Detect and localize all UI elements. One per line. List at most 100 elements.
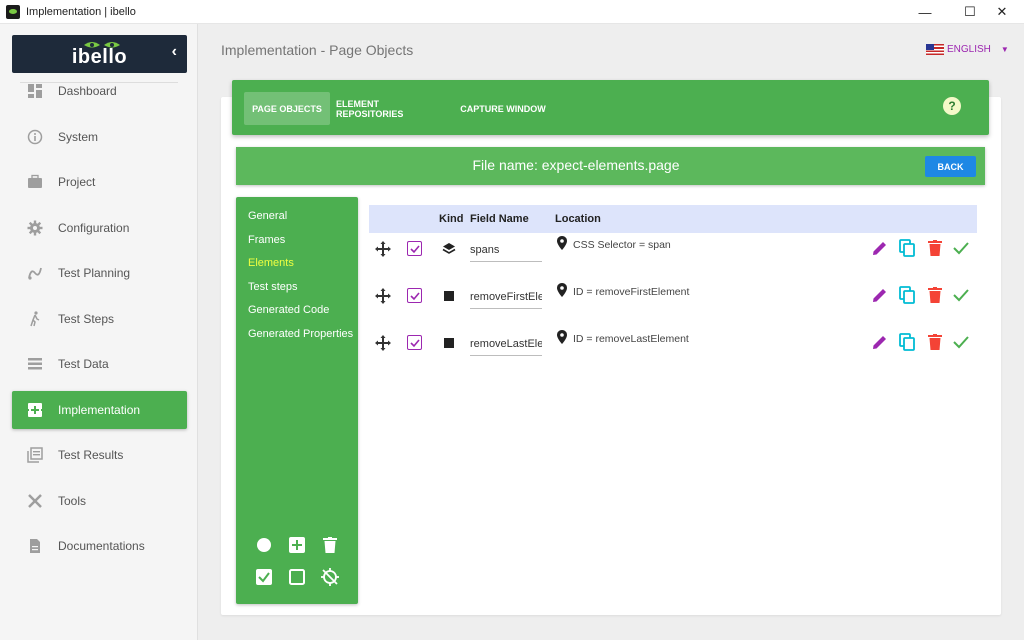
location-pin-icon bbox=[557, 330, 567, 347]
copy-icon[interactable] bbox=[897, 238, 917, 258]
sidebar-item-test-data[interactable]: Test Data bbox=[12, 345, 187, 383]
drag-handle-icon[interactable] bbox=[374, 287, 392, 305]
tab-page-objects[interactable]: PAGE OBJECTS bbox=[244, 92, 330, 125]
copy-icon[interactable] bbox=[897, 285, 917, 305]
location-pin-icon bbox=[557, 283, 567, 300]
window-titlebar: Implementation | ibello — ☐ ✕ bbox=[0, 0, 1024, 24]
field-name-input[interactable]: spans bbox=[470, 240, 542, 262]
sidebar-item-label: Test Planning bbox=[58, 266, 131, 280]
menu-item-generated-code[interactable]: Generated Code bbox=[248, 304, 329, 316]
minimize-button[interactable]: — bbox=[908, 0, 942, 24]
dashboard-icon bbox=[26, 82, 44, 100]
walking-icon bbox=[26, 310, 44, 328]
sidebar-item-project[interactable]: Project bbox=[12, 163, 187, 201]
add-box-icon[interactable] bbox=[287, 535, 307, 555]
sidebar-item-implementation[interactable]: Implementation bbox=[12, 390, 187, 429]
edit-icon[interactable] bbox=[870, 285, 890, 305]
sidebar-item-system[interactable]: System bbox=[12, 118, 187, 156]
location-cell: CSS Selector = span bbox=[557, 236, 671, 253]
row-checkbox[interactable] bbox=[407, 241, 422, 256]
us-flag-icon bbox=[926, 44, 944, 55]
delete-icon[interactable] bbox=[320, 535, 340, 555]
menu-item-test-steps[interactable]: Test steps bbox=[248, 281, 298, 293]
sidebar-item-test-steps[interactable]: Test Steps bbox=[12, 300, 187, 338]
sidebar-nav: Dashboard System Project Configuration T… bbox=[12, 72, 187, 573]
edit-icon[interactable] bbox=[870, 332, 890, 352]
maximize-button[interactable]: ☐ bbox=[953, 0, 987, 24]
column-field-name: Field Name bbox=[470, 213, 529, 225]
sidebar-item-configuration[interactable]: Configuration bbox=[12, 209, 187, 247]
delete-row-icon[interactable] bbox=[925, 285, 945, 305]
sidebar-item-test-planning[interactable]: Test Planning bbox=[12, 254, 187, 292]
table-header: Kind Field Name Location bbox=[369, 205, 977, 233]
column-location: Location bbox=[555, 213, 601, 225]
app-icon bbox=[6, 4, 20, 19]
uncheck-all-icon[interactable] bbox=[287, 567, 307, 587]
drag-handle-icon[interactable] bbox=[374, 334, 392, 352]
tab-element-repositories[interactable]: ELEMENT REPOSITORIES bbox=[336, 92, 446, 125]
sidebar-item-tools[interactable]: Tools bbox=[12, 482, 187, 520]
sidebar-item-label: System bbox=[58, 129, 99, 144]
delete-row-icon[interactable] bbox=[925, 238, 945, 258]
edit-icon[interactable] bbox=[870, 238, 890, 258]
circle-icon[interactable] bbox=[254, 535, 274, 555]
location-cell: ID = removeLastElement bbox=[557, 330, 689, 347]
sidebar-item-label: Test Data bbox=[58, 357, 109, 371]
page-object-menu: General Frames Elements Test steps Gener… bbox=[236, 197, 358, 604]
menu-item-frames[interactable]: Frames bbox=[248, 234, 285, 246]
sidebar-item-label: Implementation bbox=[58, 402, 141, 417]
row-checkbox[interactable] bbox=[407, 288, 422, 303]
planning-icon bbox=[26, 264, 44, 282]
sidebar-item-test-results[interactable]: Test Results bbox=[12, 436, 187, 474]
layers-icon bbox=[441, 241, 457, 257]
row-checkbox[interactable] bbox=[407, 335, 422, 350]
menu-item-generated-properties[interactable]: Generated Properties bbox=[248, 328, 353, 340]
sidebar-item-documentations[interactable]: Documentations bbox=[12, 527, 187, 565]
location-disabled-icon[interactable] bbox=[320, 567, 340, 587]
location-text: CSS Selector = span bbox=[573, 238, 671, 251]
help-button[interactable]: ? bbox=[943, 97, 961, 115]
field-name-input[interactable]: removeLastElement bbox=[470, 334, 542, 356]
check-all-icon[interactable] bbox=[254, 567, 274, 587]
ibello-logo: ibello ‹ bbox=[12, 35, 187, 73]
back-button[interactable]: BACK bbox=[925, 156, 976, 177]
document-icon bbox=[26, 537, 44, 555]
language-selector[interactable]: ENGLISH ▼ bbox=[926, 44, 1009, 55]
sidebar-item-dashboard[interactable]: Dashboard bbox=[12, 72, 187, 110]
collapse-sidebar-button[interactable]: ‹ bbox=[172, 43, 177, 61]
drag-handle-icon[interactable] bbox=[374, 240, 392, 258]
location-pin-icon bbox=[557, 236, 567, 253]
copy-icon[interactable] bbox=[897, 332, 917, 352]
close-window-button[interactable]: ✕ bbox=[985, 0, 1019, 24]
briefcase-icon bbox=[26, 173, 44, 191]
sidebar-item-label: Configuration bbox=[58, 220, 130, 235]
info-icon bbox=[26, 128, 44, 146]
list-icon bbox=[26, 355, 44, 373]
logo-eyes-icon bbox=[84, 42, 120, 48]
field-name-input[interactable]: removeFirstElement bbox=[470, 287, 542, 309]
sidebar-item-label: Documentations bbox=[58, 539, 145, 553]
window-title: Implementation | ibello bbox=[26, 5, 136, 18]
location-text: ID = removeLastElement bbox=[573, 332, 689, 345]
tabs-bar: PAGE OBJECTS ELEMENT REPOSITORIES CAPTUR… bbox=[232, 80, 989, 135]
check-icon[interactable] bbox=[951, 285, 971, 305]
results-icon bbox=[26, 446, 44, 464]
chevron-down-icon: ▼ bbox=[1000, 45, 1009, 54]
menu-item-general[interactable]: General bbox=[248, 210, 287, 222]
implementation-icon bbox=[26, 401, 44, 419]
square-icon bbox=[441, 335, 457, 351]
menu-item-elements[interactable]: Elements bbox=[248, 257, 294, 269]
sidebar-item-label: Test Steps bbox=[58, 311, 115, 326]
language-label: ENGLISH bbox=[947, 44, 991, 55]
file-name-label: File name: expect-elements.page bbox=[472, 157, 680, 173]
check-icon[interactable] bbox=[951, 238, 971, 258]
sidebar-item-label: Test Results bbox=[58, 448, 124, 462]
table-row: spans CSS Selector = span bbox=[369, 230, 977, 270]
check-icon[interactable] bbox=[951, 332, 971, 352]
table-row: removeFirstElement ID = removeFirstEleme… bbox=[369, 277, 977, 317]
square-icon bbox=[441, 288, 457, 304]
location-cell: ID = removeFirstElement bbox=[557, 283, 689, 300]
tab-capture-window[interactable]: CAPTURE WINDOW bbox=[460, 92, 546, 125]
location-text: ID = removeFirstElement bbox=[573, 285, 690, 298]
delete-row-icon[interactable] bbox=[925, 332, 945, 352]
